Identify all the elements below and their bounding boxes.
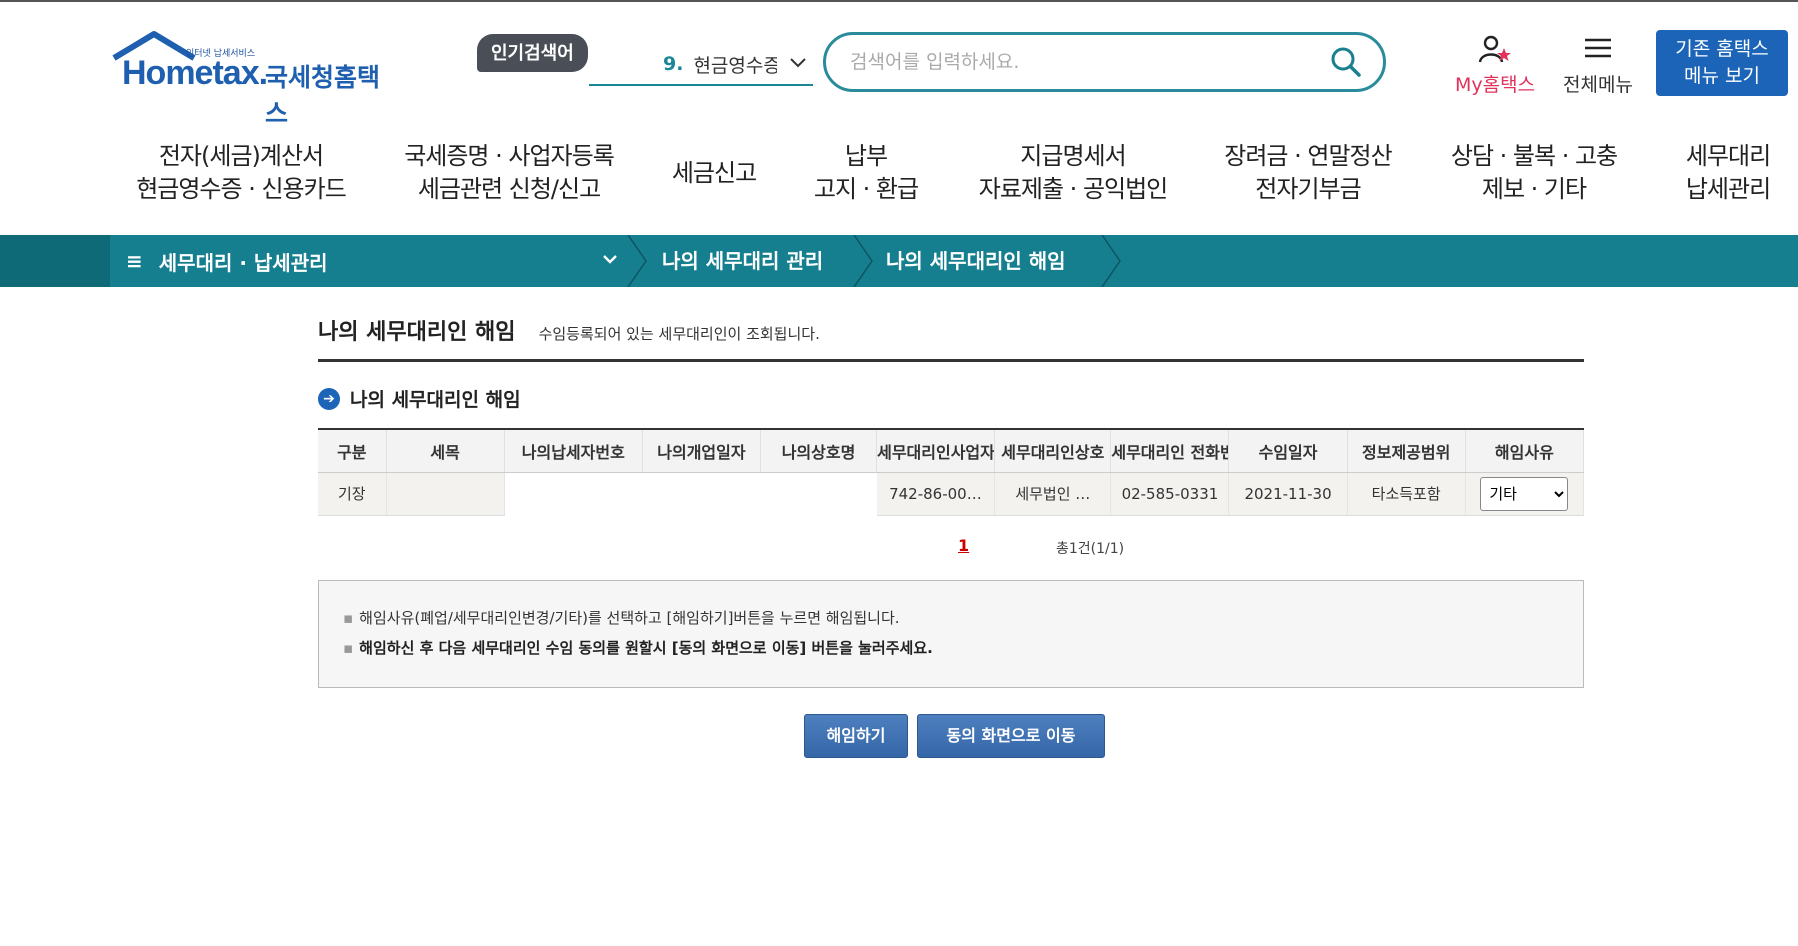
gnb-item-line2: 자료제출 · 공익법인 xyxy=(978,175,1169,203)
gnb-item-line2: 납세관리 xyxy=(1685,175,1771,203)
table-header-row: 구분 세목 나의납세자번호 나의개업일자 나의상호명 세무대리인사업자번호 세무… xyxy=(318,429,1585,473)
search-input[interactable] xyxy=(850,51,1320,73)
page-description: 수임등록되어 있는 세무대리인이 조회됩니다. xyxy=(538,325,820,343)
bullet-icon: ▪ xyxy=(343,609,354,627)
breadcrumb-separator-icon xyxy=(1101,235,1121,287)
column-header: 나의상호명 xyxy=(760,429,878,473)
dismissal-reason-select[interactable]: 기타 xyxy=(1480,476,1569,511)
breadcrumb-separator-icon xyxy=(627,235,647,287)
cell-reason: 기타 xyxy=(1465,472,1585,516)
gnb-item-statement[interactable]: 지급명세서 자료제출 · 공익법인 xyxy=(974,140,1172,206)
chevron-down-icon xyxy=(603,255,617,264)
gnb-item-certificate[interactable]: 국세증명 · 사업자등록 세금관련 신청/신고 xyxy=(398,140,620,206)
gnb-item-line2: 고지 · 환급 xyxy=(813,175,919,203)
cell-agent-biz-no: 742-86-00… xyxy=(876,472,996,516)
column-header: 정보제공범위 xyxy=(1347,429,1466,473)
notice-line: ▪ 해임사유(폐업/세무대리인변경/기타)를 선택하고 [해임하기]버튼을 누르면… xyxy=(343,603,1559,633)
chevron-down-icon[interactable] xyxy=(789,56,807,70)
column-header: 세목 xyxy=(386,429,505,473)
cell-agent-phone: 02-585-0331 xyxy=(1110,472,1230,516)
cell-my-taxpayer-no xyxy=(504,472,643,515)
breadcrumb-level1-label: 세무대리 · 납세관리 xyxy=(158,250,328,275)
total-count: 총1건(1/1) xyxy=(1056,541,1125,557)
menu-icon: ≡ xyxy=(126,249,143,273)
logo-wordmark: Hometax. xyxy=(122,54,268,92)
column-header: 나의납세자번호 xyxy=(504,429,643,473)
table-row: 기장 742-86-00… 세무법인 … 02-585-0331 2021-11… xyxy=(318,472,1585,516)
cell-agent-name: 세무법인 … xyxy=(994,472,1112,516)
notice-line1: 해임사유(폐업/세무대리인변경/기타)를 선택하고 [해임하기]버튼을 누르면 … xyxy=(359,609,900,627)
page-link-current[interactable]: 1 xyxy=(958,536,969,555)
gnb-item-incentive[interactable]: 장려금 · 연말정산 전자기부금 xyxy=(1216,140,1400,206)
all-menu-label: 전체메뉴 xyxy=(1563,74,1633,96)
cell-info-scope: 타소득포함 xyxy=(1347,472,1466,516)
page-title: 나의 세무대리인 해임 xyxy=(318,320,516,345)
column-header: 해임사유 xyxy=(1465,429,1585,473)
cell-my-open-date xyxy=(642,472,761,515)
column-header: 세무대리인 전화번호 xyxy=(1110,429,1230,473)
popular-rank-number: 9. xyxy=(663,53,684,75)
user-star-icon xyxy=(1478,35,1511,63)
cell-contract-date: 2021-11-30 xyxy=(1228,472,1348,516)
my-hometax-button[interactable]: My홈택스 xyxy=(1445,34,1545,97)
gnb-item-line2: 제보 · 기타 xyxy=(1481,175,1587,203)
bullet-icon: ▪ xyxy=(343,639,354,657)
top-border xyxy=(0,0,1798,2)
search-icon[interactable] xyxy=(1329,45,1363,79)
breadcrumb-level3[interactable]: 나의 세무대리인 해임 xyxy=(886,235,1066,287)
location-bar: ≡ 세무대리 · 납세관리 나의 세무대리 관리 나의 세무대리인 해임 xyxy=(0,235,1798,287)
gnb-item-line2: 세금관련 신청/신고 xyxy=(417,175,601,203)
popular-keyword-text[interactable]: 현금영수증 xyxy=(693,51,777,78)
search-bar xyxy=(823,32,1386,92)
gnb-item-einvoice[interactable]: 전자(세금)계산서 현금영수증 · 신용카드 xyxy=(132,140,350,206)
page-header: 나의 세무대리인 해임 수임등록되어 있는 세무대리인이 조회됩니다. xyxy=(318,314,1584,362)
breadcrumb-separator-icon xyxy=(853,235,873,287)
gnb-item-line2: 전자기부금 xyxy=(1255,175,1361,203)
location-bar-left-shade xyxy=(0,235,110,287)
gnb-item-tax-agent[interactable]: 세무대리 납세관리 xyxy=(1672,140,1784,206)
dismiss-button[interactable]: 해임하기 xyxy=(804,714,908,758)
notice-box: ▪ 해임사유(폐업/세무대리인변경/기타)를 선택하고 [해임하기]버튼을 누르면… xyxy=(318,580,1584,688)
column-header: 구분 xyxy=(318,429,387,473)
gnb-item-line1: 지급명세서 xyxy=(1020,142,1126,170)
column-header: 나의개업일자 xyxy=(642,429,761,473)
column-header: 세무대리인사업자번호 xyxy=(876,429,996,473)
hometax-logo[interactable]: 인터넷 납세서비스 Hometax. 국세청홈택스 xyxy=(110,30,400,128)
arrow-circle-icon: ➔ xyxy=(318,387,340,410)
global-navigation: 전자(세금)계산서 현금영수증 · 신용카드 국세증명 · 사업자등록 세금관련… xyxy=(0,140,1798,210)
notice-line: ▪ 해임하신 후 다음 세무대리인 수임 동의를 원할시 [동의 화면으로 이동]… xyxy=(343,633,1559,663)
go-consent-button[interactable]: 동의 화면으로 이동 xyxy=(917,714,1105,758)
popular-keyword-rolling[interactable]: 9. 현금영수증 xyxy=(589,44,813,86)
gnb-item-line1: 상담 · 불복 · 고충 xyxy=(1450,142,1618,170)
cell-my-company xyxy=(760,472,877,515)
gnb-item-line1: 장려금 · 연말정산 xyxy=(1224,142,1392,170)
gnb-item-line1: 세금신고 xyxy=(671,159,757,187)
all-menu-button[interactable]: 전체메뉴 xyxy=(1548,34,1648,97)
old-hometax-line1: 기존 홈택스 xyxy=(1675,38,1769,60)
gnb-item-payment[interactable]: 납부 고지 · 환급 xyxy=(808,140,924,206)
gnb-item-consultation[interactable]: 상담 · 불복 · 고충 제보 · 기타 xyxy=(1440,140,1628,206)
gnb-item-line1: 국세증명 · 사업자등록 xyxy=(404,142,615,170)
logo-name: 국세청홈택스 xyxy=(265,63,381,128)
cell-tax-item xyxy=(386,472,505,516)
cell-type: 기장 xyxy=(318,472,387,516)
section-title-label: 나의 세무대리인 해임 xyxy=(350,389,521,411)
gnb-item-line1: 세무대리 xyxy=(1685,142,1771,170)
notice-line2: 해임하신 후 다음 세무대리인 수임 동의를 원할시 [동의 화면으로 이동] … xyxy=(359,639,933,657)
section-title: ➔ 나의 세무대리인 해임 xyxy=(318,385,521,412)
gnb-item-line2: 현금영수증 · 신용카드 xyxy=(136,175,347,203)
agent-table: 구분 세목 나의납세자번호 나의개업일자 나의상호명 세무대리인사업자번호 세무… xyxy=(318,428,1585,516)
old-hometax-line2: 메뉴 보기 xyxy=(1684,65,1760,87)
breadcrumb-level1[interactable]: ≡ 세무대리 · 납세관리 xyxy=(110,235,630,287)
my-hometax-label: My홈택스 xyxy=(1454,74,1536,96)
gnb-item-line1: 전자(세금)계산서 xyxy=(158,142,324,170)
column-header: 수임일자 xyxy=(1228,429,1348,473)
column-header: 세무대리인상호 xyxy=(994,429,1112,473)
hamburger-menu-icon xyxy=(1585,38,1611,58)
gnb-item-tax-return[interactable]: 세금신고 xyxy=(664,157,764,190)
breadcrumb-level2[interactable]: 나의 세무대리 관리 xyxy=(662,235,823,287)
popular-keyword-badge: 인기검색어 xyxy=(477,34,588,72)
old-hometax-menu-button[interactable]: 기존 홈택스 메뉴 보기 xyxy=(1656,30,1788,96)
gnb-item-line1: 납부 xyxy=(844,142,888,170)
